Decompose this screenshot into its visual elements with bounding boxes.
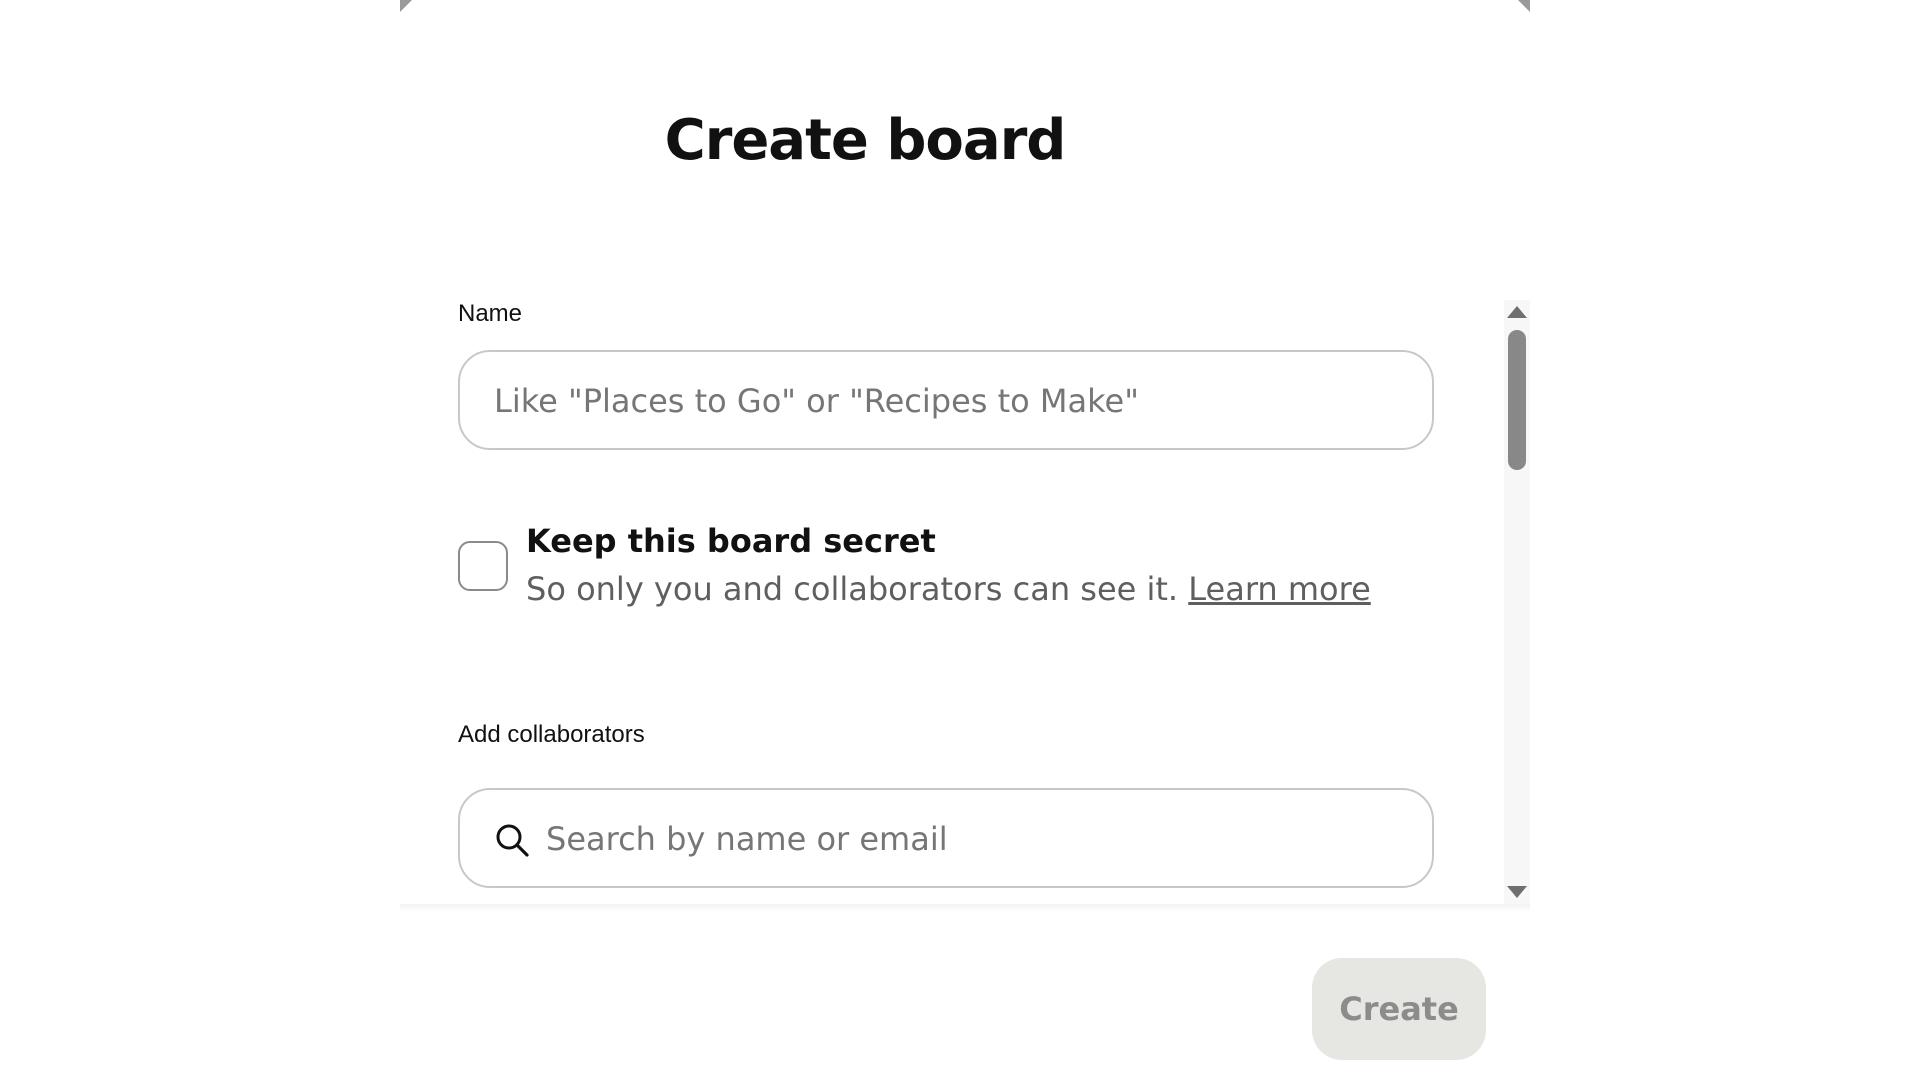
scroll-thumb[interactable] bbox=[1508, 330, 1526, 470]
search-icon bbox=[496, 824, 529, 857]
dialog-corner-right bbox=[1518, 0, 1530, 12]
name-field-container[interactable] bbox=[458, 350, 1434, 450]
collaborator-search-input[interactable] bbox=[544, 790, 1408, 888]
create-button[interactable]: Create bbox=[1312, 958, 1486, 1060]
secret-title: Keep this board secret bbox=[526, 522, 936, 560]
learn-more-link[interactable]: Learn more bbox=[1188, 570, 1371, 608]
collaborators-field-container[interactable] bbox=[458, 788, 1434, 888]
board-name-input[interactable] bbox=[492, 352, 1396, 450]
collaborators-label: Add collaborators bbox=[458, 721, 645, 748]
vertical-scrollbar[interactable] bbox=[1504, 300, 1530, 904]
scroll-up-arrow-icon[interactable] bbox=[1507, 306, 1527, 318]
footer-divider bbox=[400, 904, 1530, 912]
secret-checkbox[interactable] bbox=[458, 541, 508, 591]
secret-description-text: So only you and collaborators can see it… bbox=[526, 570, 1179, 608]
dialog-corner-left bbox=[400, 0, 412, 12]
dialog-title: Create board bbox=[664, 108, 1067, 173]
create-board-dialog: Create board Name Keep this board secret… bbox=[400, 0, 1530, 1080]
dialog-scroll-area[interactable]: Name Keep this board secret So only you … bbox=[400, 300, 1530, 904]
secret-description: So only you and collaborators can see it… bbox=[526, 570, 1371, 608]
scroll-down-arrow-icon[interactable] bbox=[1507, 886, 1527, 898]
name-label: Name bbox=[458, 300, 523, 327]
